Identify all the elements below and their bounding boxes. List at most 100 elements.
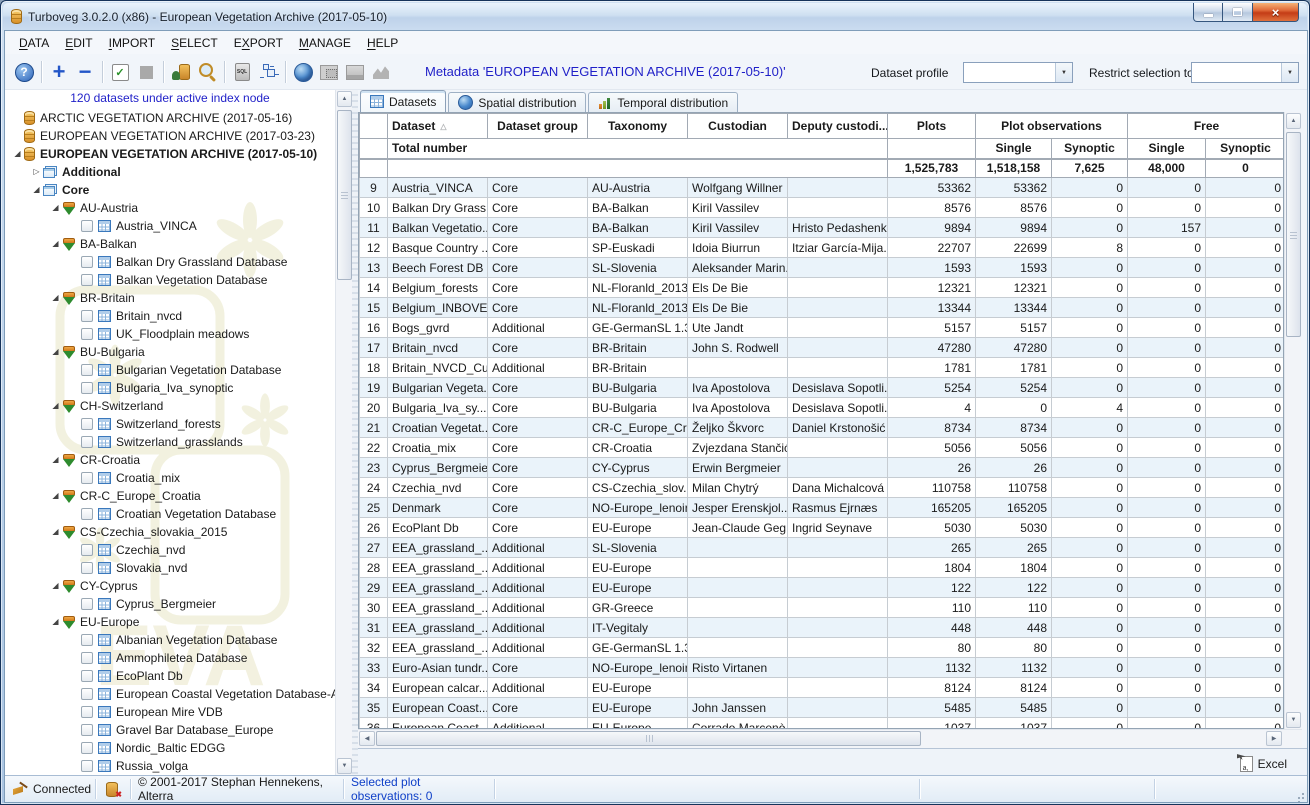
tree-item-european-vegetation-archive-2017-03-23[interactable]: EUROPEAN VEGETATION ARCHIVE (2017-03-23): [5, 127, 335, 145]
table-row-31[interactable]: 31EEA_grassland_...AdditionalIT-Vegitaly…: [360, 618, 1285, 638]
table-row-19[interactable]: 19Bulgarian Vegeta...CoreBU-BulgariaIva …: [360, 378, 1285, 398]
tree-item-european-mire-vdb[interactable]: European Mire VDB: [5, 703, 335, 721]
subheader-free-single[interactable]: Single: [1128, 139, 1206, 159]
tree-item-croatia-mix[interactable]: Croatia_mix: [5, 469, 335, 487]
table-row-20[interactable]: 20Bulgaria_Iva_sy...CoreBU-BulgariaIva A…: [360, 398, 1285, 418]
maximize-button[interactable]: [1223, 3, 1253, 22]
tab-spatial-distribution[interactable]: Spatial distribution: [448, 92, 586, 112]
dataset-checkbox[interactable]: [81, 220, 93, 232]
dataset-profile-select[interactable]: ▼: [963, 62, 1073, 83]
tree-item-russia-volga[interactable]: Russia_volga: [5, 757, 335, 775]
dataset-checkbox[interactable]: [81, 706, 93, 718]
map-icon[interactable]: [343, 60, 367, 84]
col-header-plots[interactable]: Plots: [888, 114, 976, 139]
scroll-up-arrow-icon[interactable]: ▲: [1286, 113, 1301, 129]
col-header-custodian[interactable]: Custodian: [688, 114, 788, 139]
table-row-10[interactable]: 10Balkan Dry Grass...CoreBA-BalkanKiril …: [360, 198, 1285, 218]
tree-item-uk-floodplain-meadows[interactable]: UK_Floodplain meadows: [5, 325, 335, 343]
tree-item-au-austria[interactable]: ◢AU-Austria: [5, 199, 335, 217]
expander-open-icon[interactable]: ◢: [49, 239, 62, 249]
table-row-36[interactable]: 36European Coast...AdditionalEU-EuropeCo…: [360, 718, 1285, 730]
tree-item-cy-cyprus[interactable]: ◢CY-Cyprus: [5, 577, 335, 595]
dataset-checkbox[interactable]: [81, 328, 93, 340]
table-row-25[interactable]: 25DenmarkCoreNO-Europe_lenoirJesper Eren…: [360, 498, 1285, 518]
table-row-30[interactable]: 30EEA_grassland_...AdditionalGR-Greece11…: [360, 598, 1285, 618]
tree-item-gravel-bar-database-europe[interactable]: Gravel Bar Database_Europe: [5, 721, 335, 739]
table-row-28[interactable]: 28EEA_grassland_...AdditionalEU-Europe18…: [360, 558, 1285, 578]
col-header-taxonomy[interactable]: Taxonomy: [588, 114, 688, 139]
table-row-27[interactable]: 27EEA_grassland_...AdditionalSL-Slovenia…: [360, 538, 1285, 558]
dataset-checkbox[interactable]: [81, 634, 93, 646]
tree-item-bu-bulgaria[interactable]: ◢BU-Bulgaria: [5, 343, 335, 361]
table-row-32[interactable]: 32EEA_grassland_...AdditionalGE-GermanSL…: [360, 638, 1285, 658]
menu-data[interactable]: DATA: [11, 33, 57, 53]
restrict-selection-select[interactable]: ▼: [1191, 62, 1299, 83]
globe-icon[interactable]: [291, 60, 315, 84]
scroll-right-arrow-icon[interactable]: ▶: [1266, 731, 1282, 746]
table-row-15[interactable]: 15Belgium_INBOVEGCoreNL-Floranld_2013Els…: [360, 298, 1285, 318]
horizontal-scrollbar-thumb[interactable]: [376, 731, 921, 746]
subheader-po-synoptic[interactable]: Synoptic: [1052, 139, 1128, 159]
menu-import[interactable]: IMPORT: [101, 33, 163, 53]
minimize-button[interactable]: [1193, 3, 1223, 22]
tree-item-cr-croatia[interactable]: ◢CR-Croatia: [5, 451, 335, 469]
tree-item-czechia-nvd[interactable]: Czechia_nvd: [5, 541, 335, 559]
table-row-16[interactable]: 16Bogs_gvrdAdditionalGE-GermanSL 1.3Ute …: [360, 318, 1285, 338]
table-row-29[interactable]: 29EEA_grassland_...AdditionalEU-Europe12…: [360, 578, 1285, 598]
table-row-24[interactable]: 24Czechia_nvdCoreCS-Czechia_slov...Milan…: [360, 478, 1285, 498]
table-row-26[interactable]: 26EcoPlant DbCoreEU-EuropeJean-Claude Ge…: [360, 518, 1285, 538]
tree-item-bulgaria-iva-synoptic[interactable]: Bulgaria_Iva_synoptic: [5, 379, 335, 397]
dataset-checkbox[interactable]: [81, 310, 93, 322]
menu-select[interactable]: SELECT: [163, 33, 226, 53]
dataset-checkbox[interactable]: [81, 760, 93, 772]
table-row-21[interactable]: 21Croatian Vegetat...CoreCR-C_Europe_Cr.…: [360, 418, 1285, 438]
subheader-free-synoptic[interactable]: Synoptic: [1206, 139, 1285, 159]
tree-scrollbar-thumb[interactable]: [337, 110, 352, 280]
tree-item-cyprus-bergmeier[interactable]: Cyprus_Bergmeier: [5, 595, 335, 613]
col-header-plot-observations[interactable]: Plot observations: [976, 114, 1128, 139]
table-row-12[interactable]: 12Basque Country ...CoreSP-EuskadiIdoia …: [360, 238, 1285, 258]
add-icon[interactable]: [47, 60, 71, 84]
resize-grip[interactable]: [1294, 789, 1304, 799]
tree-item-balkan-dry-grassland-database[interactable]: Balkan Dry Grassland Database: [5, 253, 335, 271]
dataset-checkbox[interactable]: [81, 652, 93, 664]
table-horizontal-scrollbar[interactable]: ◀ ▶: [358, 729, 1302, 748]
scroll-down-arrow-icon[interactable]: ▼: [337, 758, 352, 774]
table-row-11[interactable]: 11Balkan Vegetatio...CoreBA-BalkanKiril …: [360, 218, 1285, 238]
menu-manage[interactable]: MANAGE: [291, 33, 359, 53]
dropdown-arrow-area[interactable]: ▼: [1281, 63, 1298, 82]
expander-open-icon[interactable]: ◢: [49, 581, 62, 591]
map-select-icon[interactable]: [317, 60, 341, 84]
hierarchy-icon[interactable]: [256, 60, 280, 84]
dataset-checkbox[interactable]: [81, 472, 93, 484]
scroll-up-arrow-icon[interactable]: ▲: [337, 91, 352, 107]
search-icon[interactable]: [195, 60, 219, 84]
table-row-23[interactable]: 23Cyprus_BergmeierCoreCY-CyprusErwin Ber…: [360, 458, 1285, 478]
table-row-13[interactable]: 13Beech Forest DB ...CoreSL-SloveniaAlek…: [360, 258, 1285, 278]
dataset-checkbox[interactable]: [81, 382, 93, 394]
tree-item-nordic-baltic-edgg[interactable]: Nordic_Baltic EDGG: [5, 739, 335, 757]
table-row-35[interactable]: 35European Coast...CoreEU-EuropeJohn Jan…: [360, 698, 1285, 718]
tree-item-arctic-vegetation-archive-2017-05-16[interactable]: ARCTIC VEGETATION ARCHIVE (2017-05-16): [5, 109, 335, 127]
menu-export[interactable]: EXPORT: [226, 33, 291, 53]
dropdown-arrow-area[interactable]: ▼: [1055, 63, 1072, 82]
expander-closed-icon[interactable]: ▷: [30, 167, 43, 177]
tree-item-switzerland-forests[interactable]: Switzerland_forests: [5, 415, 335, 433]
tree-item-additional[interactable]: ▷Additional: [5, 163, 335, 181]
expander-open-icon[interactable]: ◢: [49, 527, 62, 537]
dataset-checkbox[interactable]: [81, 274, 93, 286]
table-row-18[interactable]: 18Britain_NVCD_Cu...AdditionalBR-Britain…: [360, 358, 1285, 378]
menu-help[interactable]: HELP: [359, 33, 406, 53]
title-bar[interactable]: Turboveg 3.0.2.0 (x86) - European Vegeta…: [3, 3, 1307, 30]
subheader-po-single[interactable]: Single: [976, 139, 1052, 159]
dataset-checkbox[interactable]: [81, 562, 93, 574]
user-db-icon[interactable]: [169, 60, 193, 84]
tree-item-cr-c-europe-croatia[interactable]: ◢CR-C_Europe_Croatia: [5, 487, 335, 505]
dataset-checkbox[interactable]: [81, 256, 93, 268]
dataset-checkbox[interactable]: [81, 418, 93, 430]
table-row-22[interactable]: 22Croatia_mixCoreCR-CroatiaZvjezdana Sta…: [360, 438, 1285, 458]
dataset-checkbox[interactable]: [81, 544, 93, 556]
tree-item-european-vegetation-archive-2017-05-10[interactable]: ◢EUROPEAN VEGETATION ARCHIVE (2017-05-10…: [5, 145, 335, 163]
col-header-dataset-group[interactable]: Dataset group: [488, 114, 588, 139]
tree-item-britain-nvcd[interactable]: Britain_nvcd: [5, 307, 335, 325]
